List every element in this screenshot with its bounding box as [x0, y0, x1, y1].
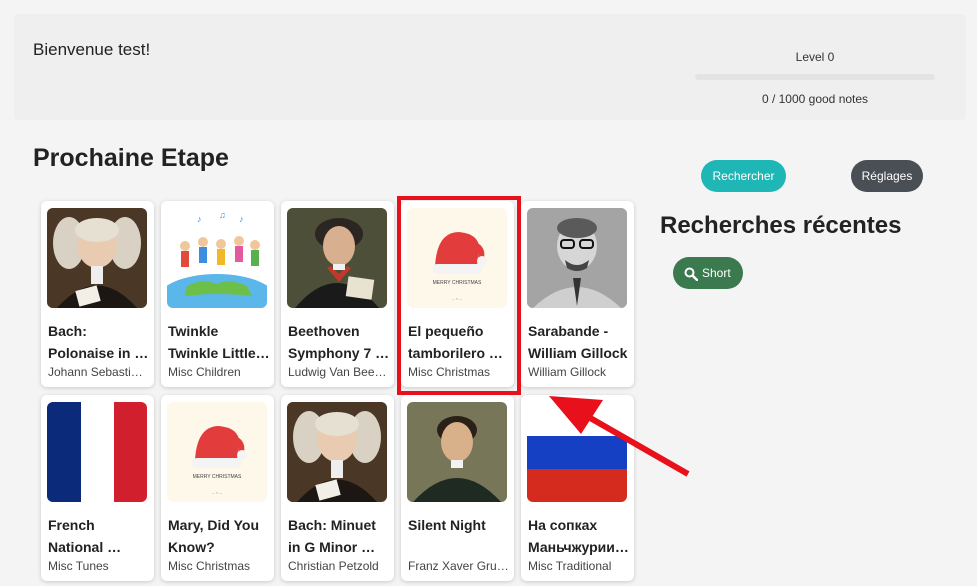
song-composer: Misc Children	[168, 365, 241, 379]
song-thumbnail	[287, 402, 387, 502]
song-card[interactable]: ♪ ♫ ♪ Twinkle Twinkle Little… Misc Children	[161, 201, 274, 387]
song-thumbnail: ♪ ♫ ♪	[167, 208, 267, 308]
song-title: На сопках Маньчжурии…	[528, 517, 629, 555]
svg-text:— ✦ —: — ✦ —	[212, 491, 222, 495]
svg-text:♪: ♪	[239, 214, 244, 224]
level-progress-bar	[695, 74, 935, 80]
section-title: Prochaine Etape	[33, 144, 229, 172]
level-box: Level 0 0 / 1000 good notes	[695, 50, 935, 106]
song-composer: Misc Tunes	[48, 559, 109, 573]
song-thumbnail	[287, 208, 387, 308]
song-title: French National …	[48, 517, 122, 555]
svg-text:MERRY CHRISTMAS: MERRY CHRISTMAS	[193, 474, 242, 480]
song-card[interactable]: Bach: Minuet in G Minor … Christian Petzo…	[281, 395, 394, 581]
song-thumbnail	[47, 402, 147, 502]
song-composer: Franz Xaver Gru…	[408, 559, 509, 573]
level-label: Level 0	[795, 50, 835, 64]
recent-search-label: Short	[702, 266, 731, 280]
highlight-box	[397, 196, 521, 395]
song-card[interactable]: Silent Night Franz Xaver Gru…	[401, 395, 514, 581]
song-composer: Christian Petzold	[288, 559, 379, 573]
song-title: Beethoven Symphony 7 …	[288, 323, 390, 361]
song-card[interactable]: Bach: Polonaise in … Johann Sebasti…	[41, 201, 154, 387]
song-title: Twinkle Twinkle Little…	[168, 323, 270, 361]
song-thumbnail	[527, 208, 627, 308]
recent-search-chip[interactable]: Short	[673, 257, 743, 289]
song-title: Sarabande - William Gillock	[528, 323, 628, 361]
svg-text:♫: ♫	[219, 210, 226, 220]
song-thumbnail	[407, 402, 507, 502]
song-title: Silent Night	[408, 517, 486, 533]
settings-button[interactable]: Réglages	[851, 160, 923, 192]
song-composer: William Gillock	[528, 365, 606, 379]
song-card[interactable]: MERRY CHRISTMAS — ✦ — Mary, Did You Know? M…	[161, 395, 274, 581]
search-button[interactable]: Rechercher	[701, 160, 786, 192]
recent-searches-title: Recherches récentes	[660, 212, 902, 239]
song-composer: Misc Traditional	[528, 559, 612, 573]
song-title: Bach: Minuet in G Minor …	[288, 517, 376, 555]
song-title: Mary, Did You Know?	[168, 517, 260, 555]
song-card[interactable]: Beethoven Symphony 7 … Ludwig Van Bee…	[281, 201, 394, 387]
svg-text:♪: ♪	[197, 214, 202, 224]
welcome-text: Bienvenue test!	[33, 40, 151, 59]
song-title: Bach: Polonaise in …	[48, 323, 149, 361]
song-composer: Misc Christmas	[168, 559, 251, 573]
song-thumbnail: MERRY CHRISTMAS — ✦ —	[167, 402, 267, 502]
song-composer: Johann Sebasti…	[48, 365, 143, 379]
arrow-annotation	[549, 396, 690, 477]
song-card[interactable]: Sarabande - William Gillock William Gillo…	[521, 201, 634, 387]
song-card[interactable]: French National … Misc Tunes	[41, 395, 154, 581]
good-notes-count: 0 / 1000 good notes	[761, 92, 869, 106]
song-thumbnail	[47, 208, 147, 308]
song-composer: Ludwig Van Bee…	[288, 365, 387, 379]
search-icon	[684, 267, 698, 281]
